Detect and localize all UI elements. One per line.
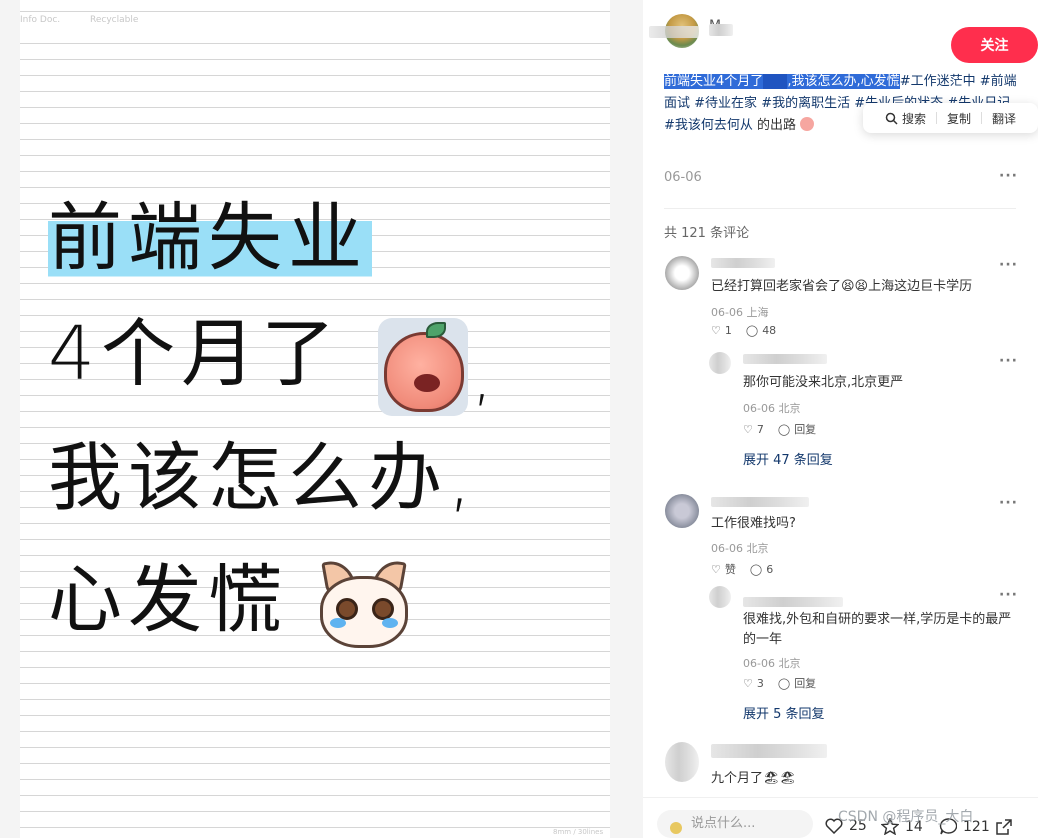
notebook-footer: 8mm / 30lines (553, 828, 604, 836)
heart-icon: ♡ (743, 422, 753, 436)
comment-meta: 06-06 北京 (711, 542, 769, 555)
desc-selected-text-1: 前端失业4个月了 (664, 74, 764, 89)
comment-reply-count: 6 (766, 562, 774, 576)
desc-selected-emoji (763, 74, 788, 89)
comment-like-count: 1 (724, 324, 732, 337)
expand-replies-link[interactable]: 展开 47 条回复 (743, 449, 833, 468)
crying-radish-emoji-icon (378, 318, 468, 416)
selection-search-label: 搜索 (902, 111, 927, 126)
tag-link[interactable]: #我的离职生活 (761, 96, 850, 111)
heart-icon: ♡ (743, 676, 753, 690)
user-emoji-icon (670, 822, 682, 834)
headline-line-4: 心发慌 (48, 557, 288, 643)
blurred-replier-name (743, 597, 843, 607)
desc-tail: 的出路 (757, 118, 797, 133)
notebook-header-left: Info Doc. (20, 15, 61, 25)
comment-count: 共 121 条评论 (664, 226, 750, 241)
selection-translate-button[interactable]: 翻译 (982, 110, 1026, 127)
comment-meta: 06-06 上海 (711, 306, 769, 319)
reply-more-icon[interactable]: ··· (999, 353, 1018, 369)
app-root: Info Doc. Recyclable 前端失业 4个月了 , 我该怎么办, … (0, 0, 1038, 838)
reply-like-count: 7 (756, 422, 764, 436)
selection-toolbar: 搜索 复制 翻译 (863, 103, 1038, 133)
reply-actions: ♡ 7 ◯ 回复 (743, 421, 816, 437)
reply-avatar[interactable] (709, 352, 731, 374)
headline-line-3: 我该怎么办, (48, 435, 478, 521)
reply-actions: ♡ 3 ◯ 回复 (743, 675, 816, 691)
selection-copy-button[interactable]: 复制 (937, 110, 981, 127)
comment-text: 九个月了🏖🏖 (711, 771, 797, 786)
crying-cat-emoji-icon (316, 557, 412, 650)
reply-reply-button[interactable]: ◯ 回复 (778, 421, 816, 437)
speech-bubble-icon: ◯ (777, 422, 791, 436)
tag-link[interactable]: #工作迷茫中 (900, 74, 976, 89)
reply-meta: 06-06 北京 (743, 402, 801, 415)
notebook-header: Info Doc. Recyclable (20, 12, 610, 32)
blurred-region (649, 26, 699, 38)
comment-text: 工作很难找吗? (711, 516, 796, 531)
post-more-icon[interactable]: ··· (999, 168, 1018, 184)
reply-like-button[interactable]: ♡ 7 (743, 423, 764, 436)
comment-reply-count: 48 (762, 324, 777, 337)
share-icon (996, 819, 1012, 835)
reply-avatar[interactable] (709, 586, 731, 608)
share-button[interactable] (995, 818, 1013, 836)
blurred-replier-name (743, 354, 827, 364)
post-date: 06-06 (664, 170, 702, 185)
selection-search-button[interactable]: 搜索 (875, 110, 936, 127)
comment-avatar[interactable] (665, 494, 699, 528)
comment-like-button[interactable]: ♡ 赞 (711, 561, 736, 577)
speech-bubble-icon: ◯ (745, 324, 759, 337)
headline-line-1: 前端失业 (48, 195, 372, 281)
comment-actions: ♡ 赞 ◯ 6 (711, 561, 773, 577)
reply-like-button[interactable]: ♡ 3 (743, 677, 764, 690)
reply-meta: 06-06 北京 (743, 657, 801, 670)
blurred-commenter-name (711, 497, 809, 507)
desc-selected-text-2: ,我该怎么办,心发慌 (787, 74, 900, 89)
heart-icon: ♡ (711, 562, 721, 576)
reply-like-count: 3 (756, 676, 764, 690)
notebook-paper (20, 0, 610, 838)
comment-avatar[interactable] (665, 256, 699, 290)
headline-comma: , (472, 340, 493, 414)
comment-text: 已经打算回老家省会了😫😫上海这边巨卡学历 (711, 279, 973, 294)
comment-avatar[interactable] (665, 742, 699, 782)
headline-line-2: 4个月了 (48, 311, 342, 397)
reply-reply-label: 回复 (794, 423, 817, 436)
reply-text: 那你可能没来北京,北京更严 (743, 375, 904, 390)
reply-reply-button[interactable]: ◯ 回复 (778, 675, 816, 691)
tag-link[interactable]: #待业在家 (694, 96, 757, 111)
author-row: M 关注 (649, 14, 1038, 63)
tag-link[interactable]: #我该何去何从 (664, 118, 753, 133)
search-icon (885, 112, 898, 125)
reply-text: 很难找,外包和自研的要求一样,学历是卡的最严的一年 (743, 612, 1012, 647)
comment-like-label: 赞 (724, 563, 736, 576)
post-image[interactable]: Info Doc. Recyclable 前端失业 4个月了 , 我该怎么办, … (0, 0, 643, 838)
watermark: CSDN @程序员_大白 (838, 809, 974, 825)
follow-button[interactable]: 关注 (951, 27, 1038, 63)
comment-actions: ♡ 1 ◯ 48 (711, 324, 776, 337)
post-panel: M 关注 前端失业4个月了 ,我该怎么办,心发慌#工作迷茫中 #前端面试 #待业… (643, 0, 1038, 838)
notebook-header-right: Recyclable (90, 15, 139, 25)
blurred-commenter-name (711, 258, 775, 268)
divider (664, 208, 1016, 209)
comment-reply-button[interactable]: ◯ 6 (750, 563, 773, 576)
comment-more-icon[interactable]: ··· (999, 495, 1018, 511)
pig-emoji-icon (800, 117, 815, 131)
speech-bubble-icon: ◯ (777, 676, 791, 690)
comment-reply-button[interactable]: ◯ 48 (746, 324, 776, 337)
expand-replies-link[interactable]: 展开 5 条回复 (743, 703, 825, 722)
comment-like-button[interactable]: ♡ 1 (711, 324, 732, 337)
heart-icon: ♡ (711, 324, 721, 337)
speech-bubble-icon: ◯ (749, 562, 763, 576)
reply-reply-label: 回复 (794, 677, 817, 690)
comment-more-icon[interactable]: ··· (999, 257, 1018, 273)
blurred-author-name (709, 24, 733, 36)
reply-more-icon[interactable]: ··· (999, 587, 1018, 603)
blurred-commenter-name (711, 744, 827, 758)
